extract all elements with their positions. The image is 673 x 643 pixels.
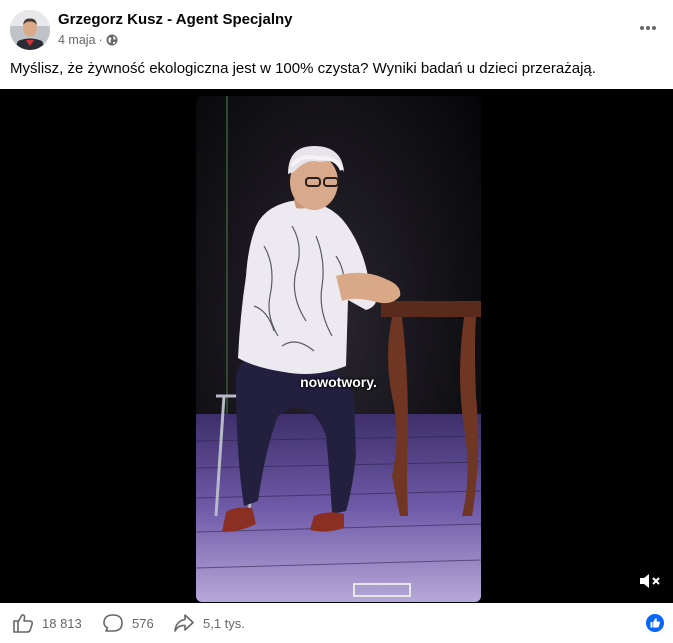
thumbs-up-icon xyxy=(13,614,34,633)
volume-muted-icon xyxy=(640,574,660,588)
share-count: 5,1 tys. xyxy=(203,615,245,631)
post-header: Grzegorz Kusz - Agent Specjalny 4 maja · xyxy=(0,0,673,58)
comment-icon xyxy=(103,614,123,632)
like-count: 18 813 xyxy=(42,615,82,631)
author-name[interactable]: Grzegorz Kusz - Agent Specjalny xyxy=(58,11,293,28)
comment-button[interactable]: 576 xyxy=(102,613,154,633)
like-button[interactable]: 18 813 xyxy=(12,613,82,633)
facebook-post: Grzegorz Kusz - Agent Specjalny 4 maja ·… xyxy=(0,0,673,643)
globe-icon xyxy=(106,34,118,46)
share-icon xyxy=(174,614,194,632)
more-horizontal-icon xyxy=(640,26,656,30)
post-date[interactable]: 4 maja xyxy=(58,33,96,47)
author-avatar[interactable] xyxy=(10,10,50,50)
share-button[interactable]: 5,1 tys. xyxy=(173,613,245,633)
meta-separator: · xyxy=(98,33,103,47)
mute-button[interactable] xyxy=(638,571,664,591)
comment-count: 576 xyxy=(132,615,154,631)
more-options-button[interactable] xyxy=(628,16,668,40)
like-reaction-badge[interactable] xyxy=(646,614,664,632)
video-frame[interactable]: nowotwory. xyxy=(196,96,481,602)
engagement-bar: 18 813 576 5,1 tys. xyxy=(0,603,673,643)
video-player[interactable]: nowotwory. xyxy=(0,89,673,603)
avatar-image xyxy=(10,10,50,50)
like-reaction-icon xyxy=(646,614,664,632)
video-still xyxy=(196,96,481,602)
post-meta: 4 maja · xyxy=(58,33,118,47)
post-text: Myślisz, że żywność ekologiczna jest w 1… xyxy=(10,60,596,77)
video-caption: nowotwory. xyxy=(300,374,377,390)
